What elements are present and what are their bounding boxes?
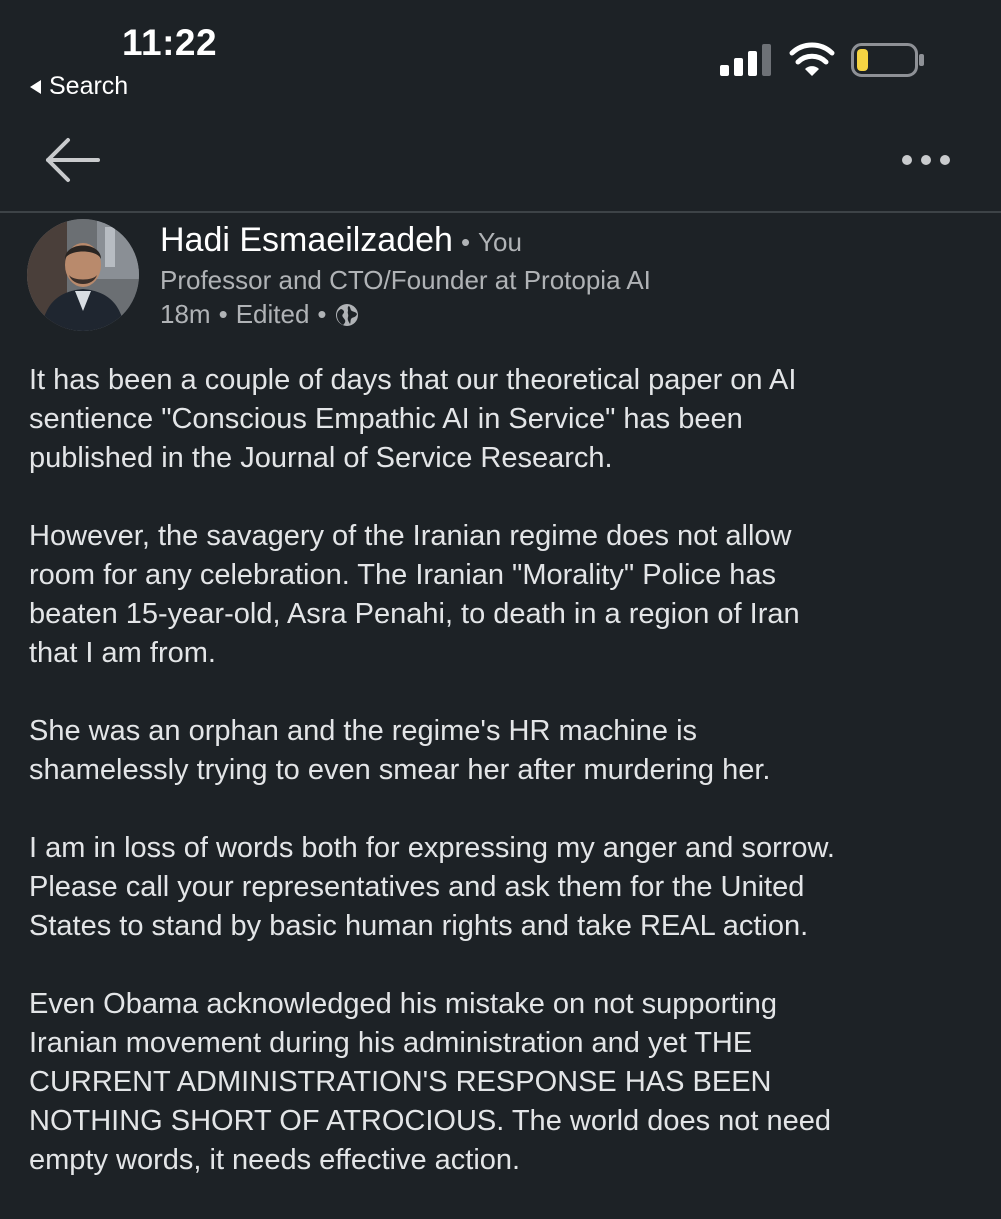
author-line: Hadi Esmaeilzadeh • You bbox=[160, 221, 522, 260]
nav-bar bbox=[0, 118, 1001, 210]
wifi-icon bbox=[789, 42, 835, 76]
avatar-image bbox=[27, 219, 139, 331]
post-edited: Edited bbox=[235, 299, 310, 329]
post-paragraph: It has been a couple of days that our th… bbox=[29, 364, 797, 474]
post-paragraph: However, the savagery of the Iranian reg… bbox=[29, 520, 800, 669]
post-paragraph: I am in loss of words both for expressin… bbox=[29, 832, 835, 942]
back-to-app-label: Search bbox=[49, 72, 129, 100]
author-relation: You bbox=[478, 227, 522, 257]
meta-separator: • bbox=[218, 299, 228, 329]
more-horizontal-icon[interactable] bbox=[898, 142, 954, 178]
left-arrow-icon[interactable] bbox=[44, 136, 102, 184]
post-meta: 18m • Edited • bbox=[160, 299, 359, 330]
post-time: 18m bbox=[160, 299, 211, 329]
author-separator: • bbox=[460, 227, 471, 257]
status-bar: 11:22 Search bbox=[0, 0, 1001, 110]
post-paragraph: She was an orphan and the regime's HR ma… bbox=[29, 715, 771, 786]
battery-icon bbox=[851, 43, 924, 77]
post-paragraph: Even Obama acknowledged his mistake on n… bbox=[29, 988, 832, 1176]
status-time: 11:22 bbox=[122, 22, 218, 63]
author-name[interactable]: Hadi Esmaeilzadeh bbox=[160, 221, 453, 260]
battery-level-fill bbox=[857, 49, 868, 71]
meta-separator: • bbox=[317, 299, 327, 329]
avatar[interactable] bbox=[27, 219, 139, 331]
cellular-signal-icon bbox=[720, 44, 771, 76]
post-header: Hadi Esmaeilzadeh • You Professor and CT… bbox=[0, 213, 1001, 343]
back-to-app-link[interactable]: Search bbox=[30, 72, 128, 101]
globe-icon bbox=[335, 303, 358, 326]
back-triangle-icon bbox=[30, 79, 41, 94]
post-body: It has been a couple of days that our th… bbox=[29, 361, 979, 1219]
author-headline: Professor and CTO/Founder at Protopia AI bbox=[160, 265, 651, 295]
